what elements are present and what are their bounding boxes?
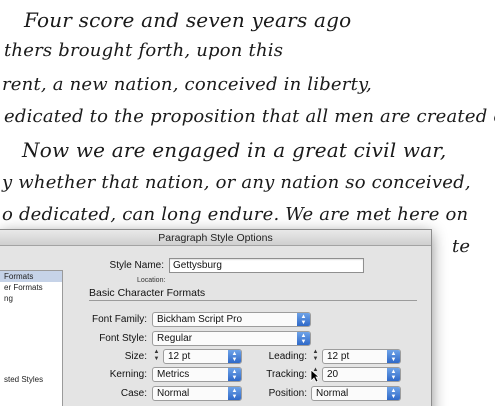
font-family-row: Font Family: Bickham Script Pro ▲ ▼ (82, 312, 311, 327)
paragraph-style-options-dialog: Paragraph Style Options Formats er Forma… (0, 229, 432, 406)
category-item-nested-styles[interactable]: sted Styles (0, 374, 62, 385)
leading-combo[interactable]: 12 pt ▲ ▼ (322, 349, 401, 364)
size-row: Size: ▲ ▼ 12 pt ▲ ▼ (82, 349, 242, 364)
category-list[interactable]: Formats er Formats ng sted Styles (0, 270, 63, 406)
tracking-combo[interactable]: 20 ▲ ▼ (322, 367, 401, 382)
text-line-2[interactable]: thers brought forth, upon this (4, 40, 283, 61)
select-arrows-icon: ▲ ▼ (387, 387, 400, 400)
stepper-down-icon[interactable]: ▼ (311, 356, 320, 363)
select-arrows-icon: ▲ ▼ (297, 332, 310, 345)
case-select[interactable]: Normal ▲ ▼ (152, 386, 242, 401)
tracking-row: Tracking: ▲▼ 20 ▲▼ (252, 367, 401, 382)
kerning-select[interactable]: Metrics ▲ ▼ (152, 367, 242, 382)
text-line-7[interactable]: o dedicated, can long endure. We are met… (2, 204, 468, 225)
kerning-label: Kerning: (109, 369, 147, 380)
tracking-value: 20 (327, 369, 339, 380)
leading-stepper[interactable]: ▲ ▼ (311, 349, 320, 364)
text-line-5[interactable]: Now we are engaged in a great civil war, (22, 138, 447, 162)
text-line-6[interactable]: y whether that nation, or any nation so … (2, 172, 471, 193)
font-family-value: Bickham Script Pro (157, 314, 243, 325)
case-row: Case: Normal ▲ ▼ (82, 386, 242, 401)
style-name-input[interactable]: Gettysburg (169, 258, 364, 273)
text-line-4[interactable]: edicated to the proposition that all men… (4, 106, 495, 127)
category-item-advanced-character-formats[interactable]: er Formats (0, 282, 62, 293)
kerning-value: Metrics (157, 369, 190, 380)
font-style-row: Font Style: Regular ▲ ▼ (82, 331, 311, 346)
font-family-select[interactable]: Bickham Script Pro ▲ ▼ (152, 312, 311, 327)
select-arrows-icon: ▲ ▼ (228, 368, 241, 381)
select-arrows-icon: ▲ ▼ (387, 368, 400, 381)
style-name-row: Style Name: Gettysburg (102, 258, 364, 273)
mouse-pointer-icon (310, 369, 320, 383)
text-line-8[interactable]: te (452, 236, 470, 257)
text-line-1[interactable]: Four score and seven years ago (24, 8, 351, 32)
size-value: 12 pt (168, 351, 191, 362)
select-arrows-icon: ▲ ▼ (297, 313, 310, 326)
position-value: Normal (316, 388, 349, 399)
leading-value: 12 pt (327, 351, 350, 362)
style-name-label: Style Name: (109, 260, 164, 271)
stepper-up-icon[interactable]: ▲ (311, 349, 320, 356)
leading-label: Leading: (268, 351, 307, 362)
tracking-label: Tracking: (266, 369, 307, 380)
font-family-label: Font Family: (91, 314, 147, 325)
font-style-value: Regular (157, 333, 193, 344)
font-style-label: Font Style: (99, 333, 147, 344)
stepper-up-icon[interactable]: ▲ (152, 349, 161, 356)
position-row: Position: Normal ▲ ▼ (252, 386, 401, 401)
kerning-row: Kerning: Metrics ▲ ▼ (82, 367, 242, 382)
size-label: Size: (124, 351, 147, 362)
position-label: Position: (268, 388, 307, 399)
location-label: Location: (137, 277, 166, 284)
select-arrows-icon: ▲ ▼ (228, 387, 241, 400)
dialog-title: Paragraph Style Options (0, 230, 431, 246)
position-select[interactable]: Normal ▲ ▼ (311, 386, 401, 401)
case-label: Case: (120, 388, 147, 399)
section-title: Basic Character Formats (89, 287, 206, 299)
section-divider (89, 300, 417, 301)
category-item-basic-character-formats[interactable]: Formats (0, 271, 62, 282)
size-combo[interactable]: 12 pt ▲ ▼ (163, 349, 242, 364)
category-item-indents-spacing[interactable]: ng (0, 293, 62, 304)
text-line-3[interactable]: rent, a new nation, conceived in liberty… (2, 74, 372, 95)
stepper-down-icon[interactable]: ▼ (152, 356, 161, 363)
case-value: Normal (157, 388, 190, 399)
font-style-select[interactable]: Regular ▲ ▼ (152, 331, 311, 346)
select-arrows-icon: ▲ ▼ (387, 350, 400, 363)
select-arrows-icon: ▲ ▼ (228, 350, 241, 363)
leading-row: Leading: ▲ ▼ 12 pt ▲ ▼ (252, 349, 401, 364)
size-stepper[interactable]: ▲ ▼ (152, 349, 161, 364)
